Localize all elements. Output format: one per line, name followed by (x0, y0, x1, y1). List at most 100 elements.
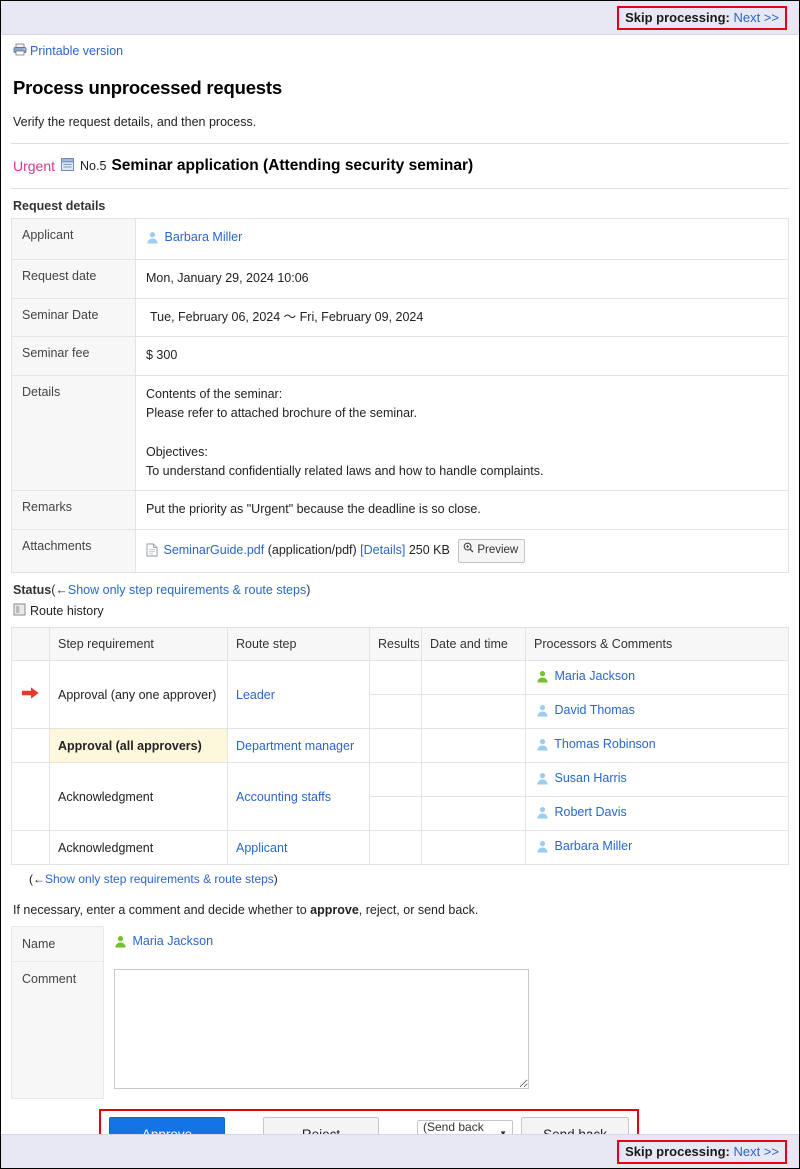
route-row-marker-current (11, 660, 50, 730)
route-datetime (421, 796, 526, 832)
status-toggle-suffix: ) (306, 583, 311, 598)
page-body: Printable version Process unprocessed re… (1, 43, 799, 1160)
detail-row-attachments: Attachments SeminarGuide.pdf (applicatio… (11, 528, 789, 574)
printable-version-row[interactable]: Printable version (13, 43, 789, 59)
user-icon (536, 840, 549, 856)
route-col-results: Results (369, 627, 422, 662)
status-toggle-link[interactable]: Show only step requirements & route step… (68, 583, 306, 597)
request-name: Seminar application (Attending security … (111, 157, 474, 174)
user-icon (536, 704, 549, 720)
decision-instruction-post: , reject, or send back. (358, 903, 479, 918)
detail-label-attachments: Attachments (11, 528, 136, 574)
table-row: Approval (all approvers) Department mana… (11, 728, 789, 764)
processor-link[interactable]: Thomas Robinson (554, 737, 655, 751)
request-details-table: Applicant Barbara Miller Request date Mo… (11, 217, 789, 574)
applicant-link[interactable]: Barbara Miller (164, 230, 242, 244)
table-row: Acknowledgment Applicant Barbara Miller (11, 830, 789, 866)
seminar-date-start: Tue, February 06, 2024 (150, 309, 281, 324)
detail-label-applicant: Applicant (11, 217, 136, 261)
detail-value-attachments: SeminarGuide.pdf (application/pdf) [Deta… (135, 528, 789, 574)
skip-processing-next-link-bottom[interactable]: Next >> (733, 1144, 779, 1159)
skip-processing-bottom[interactable]: Skip processing: Next >> (617, 1139, 787, 1164)
route-step-link[interactable]: Leader (236, 688, 275, 702)
route-processor: Robert Davis (525, 796, 789, 832)
request-number: No.5 (80, 159, 107, 173)
detail-label-details: Details (11, 374, 136, 492)
detail-row-request-date: Request date Mon, January 29, 2024 10:06 (11, 259, 789, 299)
attachment-filename-link[interactable]: SeminarGuide.pdf (163, 543, 264, 557)
route-result (369, 660, 422, 696)
table-row: Acknowledgment Accounting staffs Susan H… (11, 762, 789, 832)
decision-instruction-bold: approve (310, 903, 359, 918)
detail-row-remarks: Remarks Put the priority as "Urgent" bec… (11, 490, 789, 530)
route-datetime (421, 762, 526, 798)
decision-instruction: If necessary, enter a comment and decide… (13, 903, 789, 917)
attachment-size: 250 KB (408, 542, 450, 557)
page-lead-text: Verify the request details, and then pro… (13, 115, 257, 129)
detail-value-remarks: Put the priority as "Urgent" because the… (135, 490, 789, 530)
route-col-processors: Processors & Comments (525, 627, 789, 662)
route-step-requirement: Approval (any one approver) (49, 660, 228, 730)
detail-value-seminar-date: Tue, February 06, 2024 〜 Fri, February 0… (135, 297, 789, 338)
seminar-date-end: Fri, February 09, 2024 (299, 309, 424, 324)
detail-label-seminar-date: Seminar Date (11, 297, 136, 338)
route-row-marker (11, 762, 50, 832)
decision-name-label: Name (11, 926, 104, 963)
details-line-1: Contents of the seminar: (146, 386, 283, 401)
user-icon (536, 738, 549, 754)
skip-processing-next-link-top[interactable]: Next >> (733, 10, 779, 25)
comment-input[interactable] (114, 968, 529, 1089)
route-row-marker (11, 830, 50, 866)
skip-processing-top[interactable]: Skip processing: Next >> (617, 5, 787, 30)
route-step-name: Leader (227, 660, 370, 730)
processor-link[interactable]: David Thomas (554, 703, 634, 717)
processor-link[interactable]: Susan Harris (554, 771, 626, 785)
details-line-blank (146, 423, 778, 442)
route-history-table: Step requirement Route step Results Date… (11, 627, 789, 866)
route-result (369, 796, 422, 832)
status-heading-row: Status(←Show only step requirements & ro… (13, 583, 789, 597)
route-history-row: Route history (13, 603, 789, 619)
route-history-label: Route history (30, 604, 104, 619)
details-line-2: Please refer to attached brochure of the… (146, 405, 417, 420)
decision-row-comment: Comment (11, 961, 531, 1100)
decision-form-table: Name Maria Jackson Comment (11, 926, 531, 1100)
printable-version-link[interactable]: Printable version (30, 44, 123, 58)
route-datetime (421, 728, 526, 764)
detail-value-request-date: Mon, January 29, 2024 10:06 (135, 259, 789, 299)
route-step-requirement-highlighted: Approval (all approvers) (49, 728, 228, 764)
request-title-row: Urgent No.5 Seminar application (Attendi… (11, 144, 789, 188)
processor-link[interactable]: Maria Jackson (554, 669, 635, 683)
route-result (369, 762, 422, 798)
status-toggle-row-bottom: (←Show only step requirements & route st… (29, 872, 789, 886)
route-header-row: Step requirement Route step Results Date… (11, 627, 789, 662)
status-heading: Status (13, 583, 52, 598)
current-step-arrow-icon (22, 686, 39, 703)
status-toggle-link-bottom[interactable]: Show only step requirements & route step… (45, 872, 274, 886)
top-rail-bar: Skip processing: Next >> (1, 1, 799, 35)
processor-link[interactable]: Robert Davis (554, 805, 626, 819)
route-processor: Barbara Miller (525, 830, 789, 866)
user-icon (536, 806, 549, 822)
printer-icon (13, 43, 27, 59)
decision-instruction-pre: If necessary, enter a comment and decide… (13, 903, 311, 918)
skip-processing-label-bottom: Skip processing: (625, 1143, 730, 1159)
decision-name-link[interactable]: Maria Jackson (132, 934, 213, 948)
detail-row-seminar-date: Seminar Date Tue, February 06, 2024 〜 Fr… (11, 297, 789, 338)
divider-below-request-title (11, 188, 789, 189)
attachment-details-link[interactable]: [Details] (360, 543, 405, 557)
route-step-link[interactable]: Applicant (236, 841, 287, 855)
processor-link[interactable]: Barbara Miller (554, 839, 632, 853)
route-step-link[interactable]: Accounting staffs (236, 790, 331, 804)
route-result (369, 694, 422, 730)
route-datetime (421, 660, 526, 696)
seminar-date-separator: 〜 (283, 309, 297, 324)
attachment-preview-label: Preview (477, 543, 519, 556)
route-step-name: Applicant (227, 830, 370, 866)
route-step-link[interactable]: Department manager (236, 739, 354, 753)
route-history-icon (13, 603, 26, 619)
attachment-preview-button[interactable]: Preview (458, 538, 526, 563)
user-icon (146, 231, 159, 250)
detail-label-remarks: Remarks (11, 490, 136, 530)
skip-processing-label-top: Skip processing: (625, 9, 730, 25)
